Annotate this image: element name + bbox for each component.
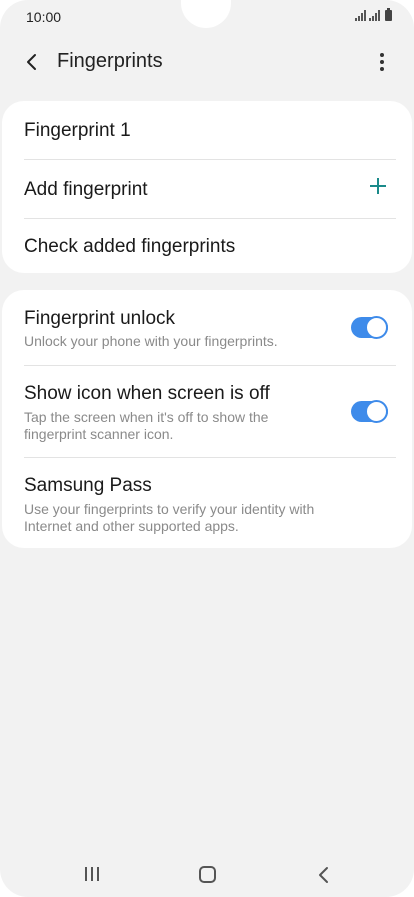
fingerprint-unlock-item[interactable]: Fingerprint unlock Unlock your phone wit… [24, 290, 396, 365]
app-bar: Fingerprints [0, 40, 414, 84]
show-icon-screen-off-label: Show icon when screen is off [24, 383, 270, 404]
fingerprint-1-label: Fingerprint 1 [24, 120, 131, 141]
check-added-fingerprints-label: Check added fingerprints [24, 236, 236, 257]
more-options-icon[interactable] [370, 48, 394, 76]
fingerprint-unlock-toggle[interactable] [351, 316, 388, 339]
fingerprints-card: Fingerprint 1 Add fingerprint Check adde… [2, 101, 412, 273]
fingerprint-unlock-label: Fingerprint unlock [24, 308, 176, 329]
show-icon-screen-off-item[interactable]: Show icon when screen is off Tap the scr… [24, 365, 396, 457]
back-arrow-icon[interactable] [18, 48, 46, 76]
battery-icon [385, 8, 392, 21]
signal-icon [355, 10, 366, 21]
signal-icon-2 [369, 10, 380, 21]
fingerprint-settings-card: Fingerprint unlock Unlock your phone wit… [2, 290, 412, 548]
home-icon[interactable] [199, 866, 216, 883]
show-icon-screen-off-toggle[interactable] [351, 400, 388, 423]
check-added-fingerprints-item[interactable]: Check added fingerprints [24, 218, 396, 273]
fingerprint-unlock-subtitle: Unlock your phone with your fingerprints… [24, 333, 278, 349]
status-bar: 10:00 [0, 0, 414, 34]
camera-notch [181, 0, 231, 28]
samsung-pass-subtitle: Use your fingerprints to verify your ide… [24, 501, 315, 534]
toggle-knob [365, 400, 388, 423]
samsung-pass-item[interactable]: Samsung Pass Use your fingerprints to ve… [24, 457, 396, 548]
add-fingerprint-item[interactable]: Add fingerprint [24, 159, 396, 218]
toggle-knob [365, 316, 388, 339]
show-icon-screen-off-subtitle: Tap the screen when it's off to show the… [24, 409, 269, 442]
navigation-bar [0, 850, 414, 897]
phone-screen: 10:00 Fingerprints Fingerprint 1 Add fin… [0, 0, 414, 897]
recent-apps-icon[interactable] [85, 867, 99, 881]
page-title: Fingerprints [57, 50, 163, 72]
fingerprint-1-item[interactable]: Fingerprint 1 [24, 101, 396, 159]
samsung-pass-label: Samsung Pass [24, 475, 152, 496]
status-icons [355, 8, 392, 21]
add-fingerprint-label: Add fingerprint [24, 179, 148, 200]
plus-icon[interactable] [370, 178, 386, 194]
nav-back-icon[interactable] [316, 865, 330, 885]
status-time: 10:00 [26, 9, 62, 25]
